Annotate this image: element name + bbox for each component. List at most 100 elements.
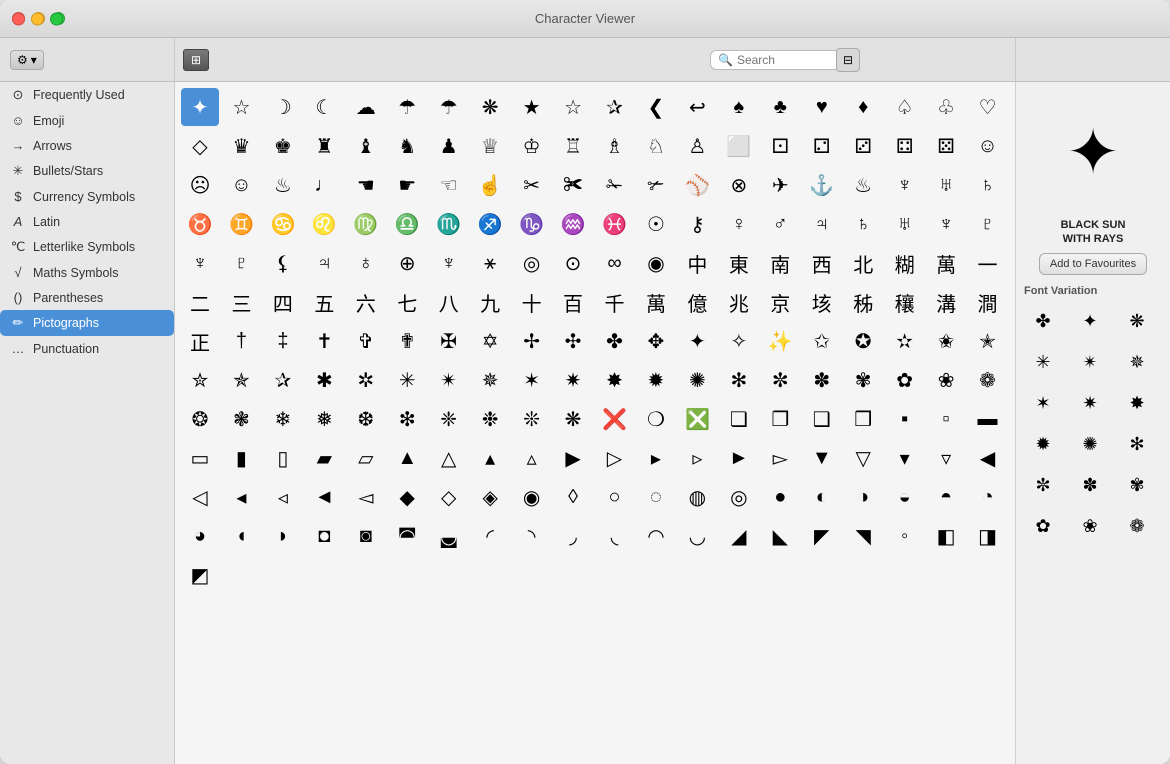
char-cell[interactable]: ▵ xyxy=(513,439,551,477)
char-cell[interactable]: 垓 xyxy=(803,283,841,321)
char-cell[interactable]: ✮ xyxy=(181,361,219,399)
char-cell[interactable]: ⚁ xyxy=(803,127,841,165)
char-cell[interactable]: ✦ xyxy=(181,88,219,126)
char-cell[interactable]: ❇ xyxy=(388,400,426,438)
char-cell[interactable]: ♄ xyxy=(969,166,1007,204)
char-cell[interactable]: ✽ xyxy=(803,361,841,399)
char-cell[interactable]: ♖ xyxy=(554,127,592,165)
char-cell[interactable]: ▽ xyxy=(844,439,882,477)
char-cell[interactable]: ✥ xyxy=(637,322,675,360)
char-cell[interactable]: ◐ xyxy=(803,478,841,516)
char-cell[interactable]: ✶ xyxy=(513,361,551,399)
char-cell[interactable]: ☾ xyxy=(305,88,343,126)
char-cell[interactable]: ○ xyxy=(596,478,634,516)
char-cell[interactable]: ☂ xyxy=(430,88,468,126)
char-cell[interactable]: 正 xyxy=(181,322,219,360)
font-variation-cell[interactable]: ✷ xyxy=(1071,385,1109,423)
char-cell[interactable]: ◒ xyxy=(886,478,924,516)
char-cell[interactable]: ◣ xyxy=(761,517,799,555)
char-cell[interactable]: ◂ xyxy=(222,478,260,516)
char-cell[interactable]: ↩ xyxy=(678,88,716,126)
char-cell[interactable]: ◉ xyxy=(513,478,551,516)
char-cell[interactable]: ▰ xyxy=(305,439,343,477)
char-cell[interactable]: ☹ xyxy=(181,166,219,204)
char-cell[interactable]: ✦ xyxy=(678,322,716,360)
font-variation-cell[interactable]: ✼ xyxy=(1024,467,1062,505)
char-cell[interactable]: ⬜ xyxy=(720,127,758,165)
char-cell[interactable]: ✪ xyxy=(844,322,882,360)
char-cell[interactable]: ♣ xyxy=(761,88,799,126)
char-cell[interactable]: ♡ xyxy=(969,88,1007,126)
char-cell[interactable]: ♂ xyxy=(761,205,799,243)
char-cell[interactable]: 七 xyxy=(388,283,426,321)
char-cell[interactable]: ✰ xyxy=(264,361,302,399)
char-cell[interactable]: ❐ xyxy=(761,400,799,438)
char-cell[interactable]: ✯ xyxy=(222,361,260,399)
char-cell[interactable]: ✝ xyxy=(305,322,343,360)
char-cell[interactable]: ♁ xyxy=(347,244,385,282)
char-cell[interactable]: ◀ xyxy=(969,439,1007,477)
font-variation-cell[interactable]: ✺ xyxy=(1071,426,1109,464)
char-cell[interactable]: ♐ xyxy=(471,205,509,243)
char-cell[interactable]: ❍ xyxy=(637,400,675,438)
char-cell[interactable]: ♤ xyxy=(886,88,924,126)
char-cell[interactable]: ✱ xyxy=(305,361,343,399)
char-cell[interactable]: ◞ xyxy=(554,517,592,555)
char-cell[interactable]: ◉ xyxy=(637,244,675,282)
char-cell[interactable]: ◛ xyxy=(430,517,468,555)
char-cell[interactable]: 百 xyxy=(554,283,592,321)
char-cell[interactable]: ❄ xyxy=(264,400,302,438)
char-cell[interactable]: ✤ xyxy=(596,322,634,360)
char-cell[interactable]: ◓ xyxy=(927,478,965,516)
char-cell[interactable]: ♠ xyxy=(720,88,758,126)
char-cell[interactable]: ⊕ xyxy=(388,244,426,282)
char-cell[interactable]: ☚ xyxy=(347,166,385,204)
char-cell[interactable]: ♒ xyxy=(554,205,592,243)
char-cell[interactable]: ♦ xyxy=(844,88,882,126)
char-cell[interactable]: ▻ xyxy=(761,439,799,477)
char-cell[interactable]: ☉ xyxy=(637,205,675,243)
char-cell[interactable]: ◑ xyxy=(844,478,882,516)
char-cell[interactable]: † xyxy=(222,322,260,360)
char-cell[interactable]: ▮ xyxy=(222,439,260,477)
font-variation-cell[interactable]: ✦ xyxy=(1071,303,1109,341)
char-cell[interactable]: ✡ xyxy=(471,322,509,360)
char-cell[interactable]: ◁ xyxy=(181,478,219,516)
char-cell[interactable]: ♆ xyxy=(430,244,468,282)
char-cell[interactable]: ◖ xyxy=(222,517,260,555)
char-cell[interactable]: ☆ xyxy=(222,88,260,126)
char-cell[interactable]: ❀ xyxy=(927,361,965,399)
char-cell[interactable]: ▷ xyxy=(596,439,634,477)
font-variation-cell[interactable]: ❋ xyxy=(1118,303,1156,341)
char-cell[interactable]: ⊙ xyxy=(554,244,592,282)
char-cell[interactable]: 穰 xyxy=(886,283,924,321)
char-cell[interactable]: ♉ xyxy=(181,205,219,243)
gear-button[interactable]: ⚙ ▾ xyxy=(10,50,44,70)
char-cell[interactable]: ♏ xyxy=(430,205,468,243)
char-cell[interactable]: ⚷ xyxy=(678,205,716,243)
char-cell[interactable]: 兆 xyxy=(720,283,758,321)
char-cell[interactable]: 五 xyxy=(305,283,343,321)
char-cell[interactable]: ◜ xyxy=(471,517,509,555)
char-cell[interactable]: ⚹ xyxy=(471,244,509,282)
char-cell[interactable]: ♄ xyxy=(844,205,882,243)
list-view-button[interactable]: ⊟ xyxy=(836,48,860,72)
char-cell[interactable]: △ xyxy=(430,439,468,477)
char-cell[interactable]: ✾ xyxy=(844,361,882,399)
char-cell[interactable]: 三 xyxy=(222,283,260,321)
char-cell[interactable]: ◤ xyxy=(803,517,841,555)
char-cell[interactable]: ✫ xyxy=(886,322,924,360)
char-cell[interactable]: ▹ xyxy=(678,439,716,477)
char-cell[interactable]: ★ xyxy=(513,88,551,126)
char-cell[interactable]: ♚ xyxy=(264,127,302,165)
char-cell[interactable]: ◃ xyxy=(264,478,302,516)
char-cell[interactable]: ⚃ xyxy=(886,127,924,165)
char-cell[interactable]: ✈ xyxy=(761,166,799,204)
char-cell[interactable]: 東 xyxy=(720,244,758,282)
char-cell[interactable]: ◝ xyxy=(513,517,551,555)
char-cell[interactable]: ▴ xyxy=(471,439,509,477)
char-cell[interactable]: ✺ xyxy=(678,361,716,399)
char-cell[interactable]: ♃ xyxy=(305,244,343,282)
font-variation-cell[interactable]: ❁ xyxy=(1118,508,1156,546)
char-cell[interactable]: ◄ xyxy=(305,478,343,516)
